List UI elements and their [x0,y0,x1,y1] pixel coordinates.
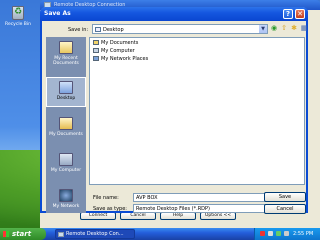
help-title-button[interactable]: ? [283,9,293,19]
computer-icon [93,48,99,53]
place-label: My Computer [50,168,82,173]
place-desktop[interactable]: Desktop [46,77,86,107]
taskbar-item-label: Remote Desktop Con... [66,231,124,237]
file-name: My Documents [101,40,139,46]
save-button[interactable]: Save [264,192,306,202]
recycle-bin-icon [12,6,24,20]
cancel-button[interactable]: Cancel [264,204,306,214]
list-item[interactable]: My Network Places [93,56,148,63]
list-item[interactable]: My Documents [93,40,138,47]
recycle-bin-label: Recycle Bin [5,22,31,27]
start-button[interactable]: start [0,228,46,240]
chevron-down-icon: ▼ [258,25,267,33]
place-label: My Network [52,204,80,209]
recent-documents-icon [59,41,73,54]
list-item[interactable]: My Computer [93,48,135,55]
security-alert-icon[interactable] [260,231,265,236]
save-in-value: Desktop [103,27,124,33]
save-in-label: Save in: [68,27,89,33]
network-icon [59,189,73,202]
back-icon[interactable]: ◉ [270,24,278,32]
desktop-folder-icon [95,27,101,32]
places-bar: My Recent Documents Desktop My Documents… [46,37,86,213]
options-button[interactable]: Options << [200,212,236,220]
save-in-dropdown[interactable]: Desktop ▼ [92,24,268,34]
close-button[interactable]: ✕ [295,9,305,19]
my-documents-icon [59,117,73,130]
dialog-title: Save As [44,10,71,17]
rdc-icon [58,232,64,237]
desktop-icon [59,81,73,94]
place-my-documents[interactable]: My Documents [46,117,86,137]
taskbar-item-remote-desktop[interactable]: Remote Desktop Con... [55,229,135,239]
clock: 2:55 PM [293,231,314,237]
dialog-titlebar[interactable]: Save As ? ✕ [40,7,308,21]
save-as-type-value: Remote Desktop Files (*.RDP) [136,206,210,212]
up-folder-icon[interactable]: ⇧ [280,24,288,32]
file-name-label: File name: [93,195,119,201]
file-name: My Computer [101,48,135,54]
place-my-network[interactable]: My Network [46,189,86,209]
place-label: My Recent Documents [53,56,79,66]
place-label: Desktop [56,96,76,101]
recycle-bin[interactable]: Recycle Bin [4,6,32,27]
folder-icon [93,40,99,45]
volume-icon[interactable] [284,231,289,236]
rdc-cancel-button[interactable]: Cancel [120,212,156,220]
save-as-dialog: Save As ? ✕ Save in: Desktop ▼ ◉ ⇧ ✱ ▦ M… [40,7,308,214]
dialog-toolbar: ◉ ⇧ ✱ ▦ [270,24,308,32]
rdc-help-button[interactable]: Help [160,212,196,220]
taskbar: start Remote Desktop Con... 2:55 PM [0,228,320,240]
network-connection-icon[interactable] [268,231,273,236]
windows-flag-icon [3,231,9,237]
place-label: My Documents [49,132,83,137]
file-name: My Network Places [101,56,149,62]
network-icon [93,56,99,61]
tray-app-icon[interactable] [276,231,281,236]
views-menu-icon[interactable]: ▦ [300,24,308,32]
connect-button[interactable]: Connect [80,212,116,220]
system-tray: 2:55 PM [254,228,320,240]
new-folder-icon[interactable]: ✱ [290,24,298,32]
my-computer-icon [59,153,73,166]
place-my-recent-documents[interactable]: My Recent Documents [46,41,86,66]
start-label: start [12,230,32,238]
file-list[interactable]: My Documents My Computer My Network Plac… [89,37,305,185]
place-my-computer[interactable]: My Computer [46,153,86,173]
save-as-type-label: Save as type: [93,206,127,212]
